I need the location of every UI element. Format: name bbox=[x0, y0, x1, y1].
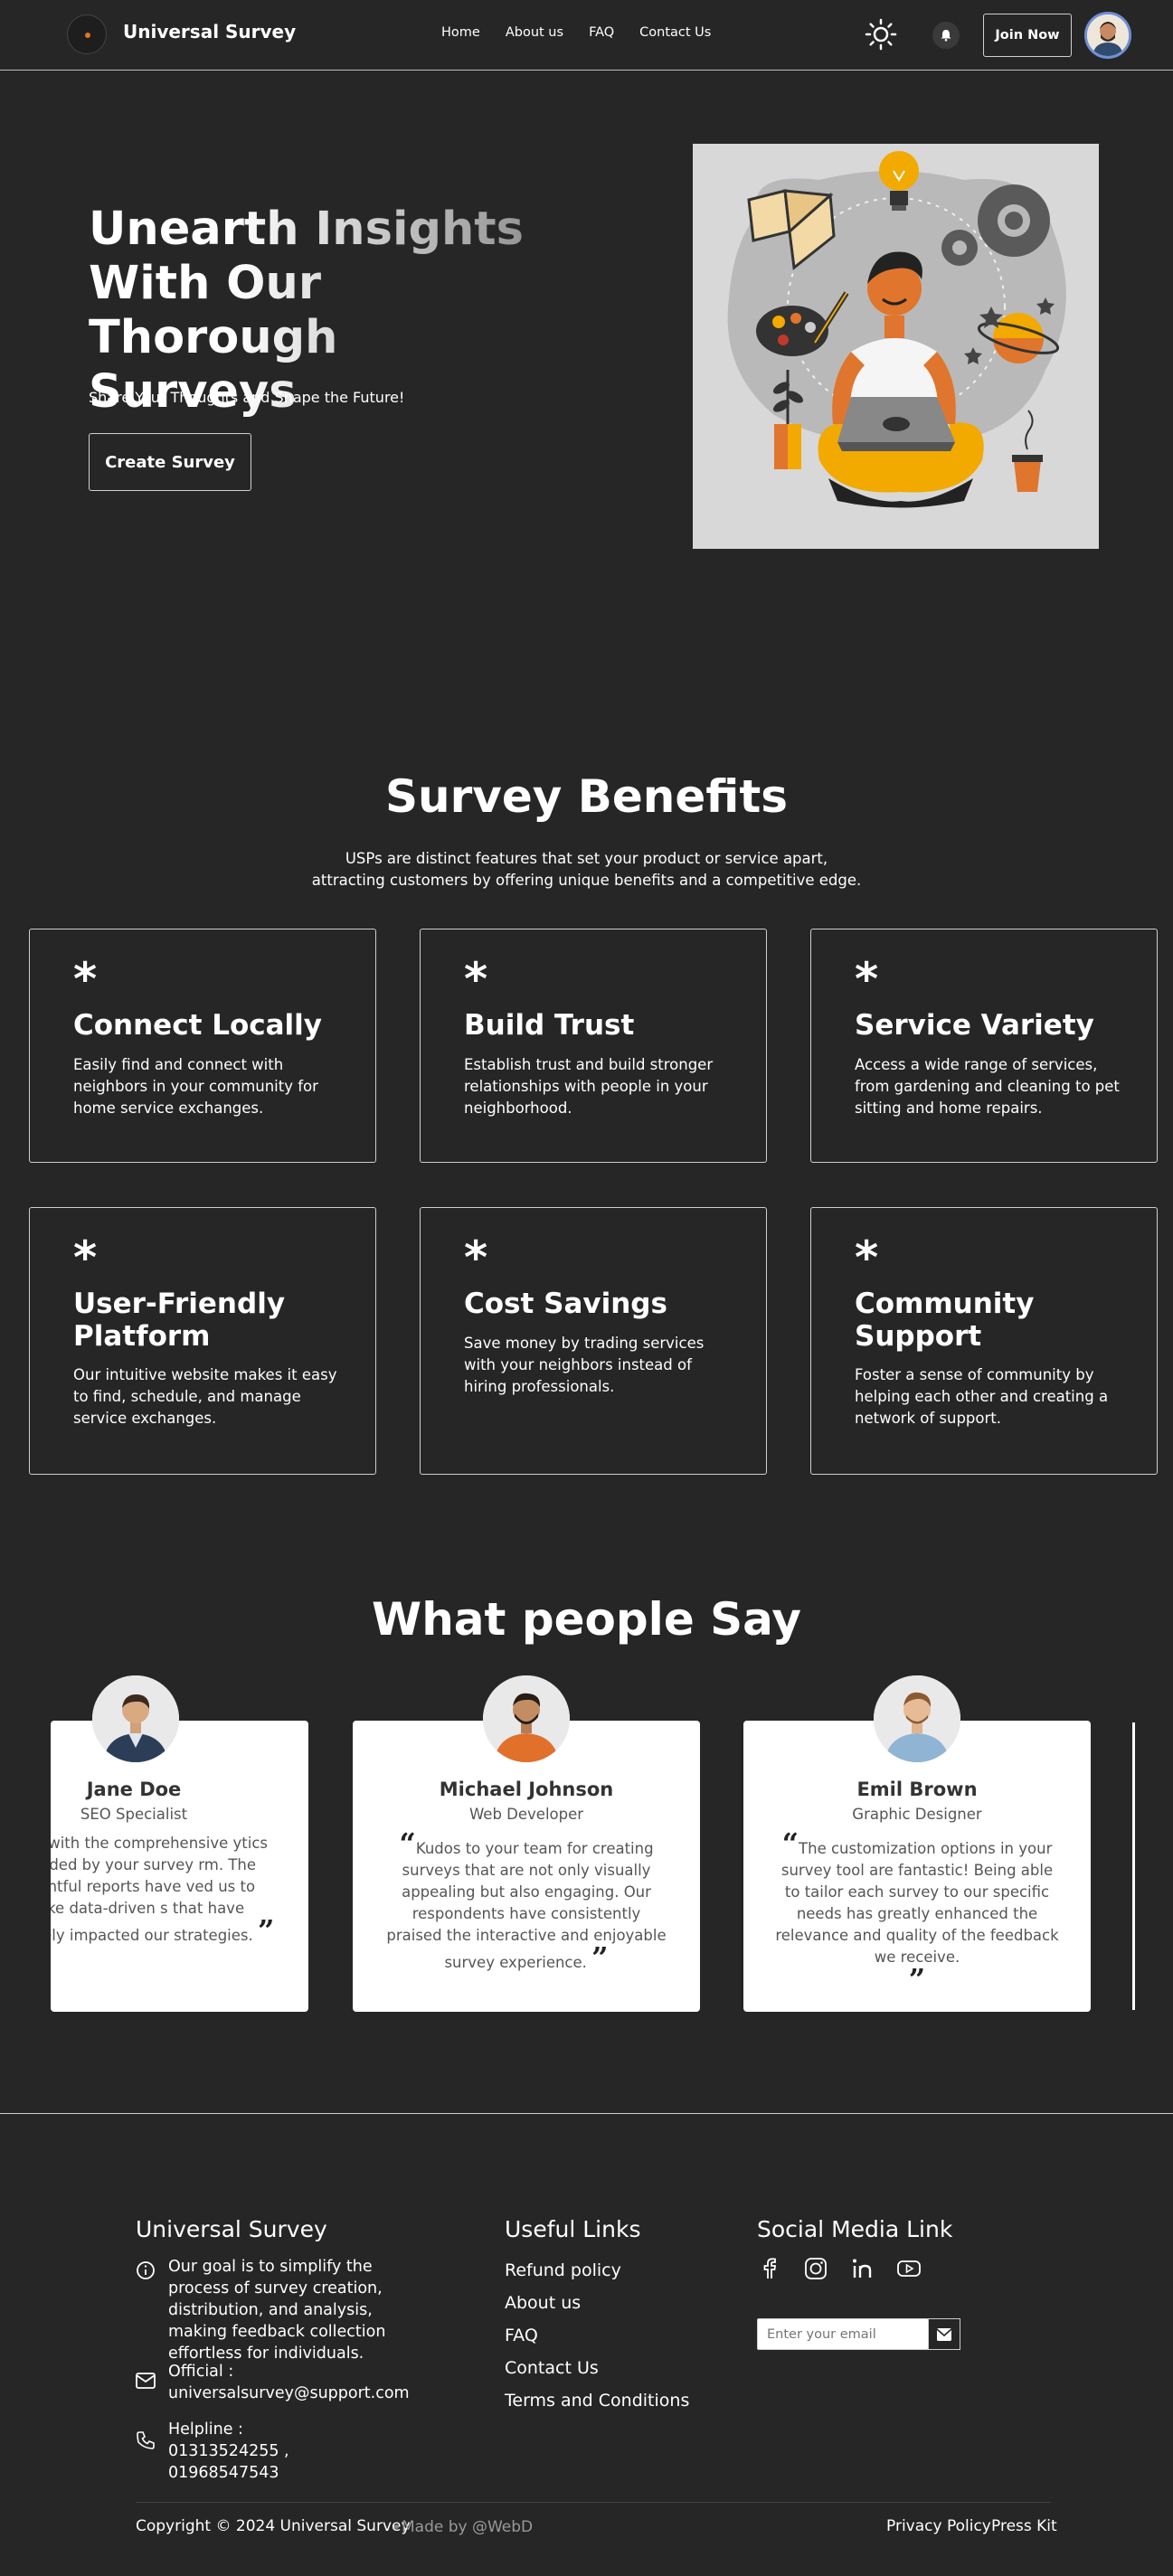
footer-link-terms[interactable]: Terms and Conditions bbox=[505, 2391, 689, 2411]
testimonial-card-emil-brown[interactable]: Emil Brown Graphic Designer “The customi… bbox=[743, 1721, 1091, 2012]
benefit-card-connect-locally: * Connect Locally Easily find and connec… bbox=[29, 929, 376, 1163]
newsletter-submit-button[interactable] bbox=[928, 2318, 960, 2350]
join-now-button[interactable]: Join Now bbox=[983, 14, 1072, 57]
asterisk-icon: * bbox=[73, 953, 98, 1005]
testimonial-name: Michael Johnson bbox=[439, 1779, 614, 1800]
benefit-card-service-variety: * Service Variety Access a wide range of… bbox=[810, 929, 1158, 1163]
benefit-card-title: Build Trust bbox=[464, 1009, 635, 1042]
testimonial-name: Jane Doe bbox=[86, 1779, 182, 1800]
nav-links: Home About us FAQ Contact Us bbox=[441, 25, 711, 40]
asterisk-icon: * bbox=[855, 1231, 879, 1284]
benefit-card-community-support: * Community Support Foster a sense of co… bbox=[810, 1207, 1158, 1475]
testimonial-quote: essed with the comprehensive ytics provi… bbox=[51, 1833, 277, 1947]
testimonial-card-jane-doe[interactable]: Jane Doe SEO Specialist essed with the c… bbox=[51, 1721, 308, 2012]
testimonials-title: What people Say bbox=[372, 1593, 801, 1646]
open-quote-icon: “ bbox=[781, 1826, 799, 1861]
footer-divider bbox=[0, 2113, 1173, 2114]
footer-about-text: Our goal is to simplify the process of s… bbox=[168, 2258, 386, 2363]
benefit-card-title: Service Variety bbox=[855, 1009, 1094, 1042]
privacy-policy-link[interactable]: Privacy Policy bbox=[886, 2517, 991, 2535]
footer-official-email: Official : universalsurvey@support.com bbox=[168, 2361, 458, 2404]
footer-link-faq[interactable]: FAQ bbox=[505, 2326, 538, 2345]
benefit-card-text: Access a wide range of services, from ga… bbox=[855, 1056, 1120, 1117]
benefit-card-title: Community Support bbox=[855, 1288, 1035, 1353]
testimonial-role: Graphic Designer bbox=[852, 1806, 982, 1823]
linkedin-icon[interactable] bbox=[850, 2256, 875, 2281]
mail-icon bbox=[136, 2373, 156, 2389]
benefit-card-title: Connect Locally bbox=[73, 1009, 323, 1042]
hero-title-line-1: Unearth Insights bbox=[89, 203, 524, 256]
theme-toggle-sun-icon[interactable] bbox=[865, 18, 897, 51]
open-quote-icon: “ bbox=[399, 1826, 416, 1861]
info-icon bbox=[137, 2261, 155, 2279]
testimonial-role: Web Developer bbox=[468, 1806, 584, 1823]
testimonial-quote: “The customization options in your surve… bbox=[774, 1829, 1060, 1996]
benefit-card-user-friendly-platform: * User-Friendly Platform Our intuitive w… bbox=[29, 1207, 376, 1475]
brand-name[interactable]: Universal Survey bbox=[123, 21, 296, 42]
benefit-card-text: Save money by trading services with your… bbox=[464, 1335, 705, 1395]
testimonial-quote-text: The customization options in your survey… bbox=[775, 1840, 1059, 1966]
footer-link-contact-us[interactable]: Contact Us bbox=[505, 2358, 599, 2378]
testimonial-card-next-edge bbox=[1132, 1722, 1135, 2010]
nav-link-home[interactable]: Home bbox=[441, 25, 480, 40]
asterisk-icon: * bbox=[464, 953, 488, 1005]
facebook-icon[interactable] bbox=[757, 2256, 782, 2281]
copyright-text: Copyright © 2024 Universal Survey bbox=[136, 2517, 411, 2535]
create-survey-button[interactable]: Create Survey bbox=[89, 433, 251, 491]
hero-illustration bbox=[693, 144, 1099, 549]
benefit-card-title: Cost Savings bbox=[464, 1288, 667, 1320]
instagram-icon[interactable] bbox=[803, 2256, 828, 2281]
nav-link-contact[interactable]: Contact Us bbox=[639, 25, 711, 40]
close-quote-icon: ” bbox=[908, 1962, 926, 1996]
testimonial-photo-jane-doe bbox=[92, 1675, 179, 1762]
testimonial-role: SEO Specialist bbox=[80, 1806, 188, 1823]
useful-links-title: Useful Links bbox=[505, 2216, 641, 2242]
benefit-card-text: Establish trust and build stronger relat… bbox=[464, 1056, 714, 1117]
user-avatar[interactable] bbox=[1084, 12, 1131, 59]
testimonial-photo-michael-johnson bbox=[483, 1675, 570, 1762]
benefits-subtitle: USPs are distinct features that set your… bbox=[311, 850, 862, 889]
footer-official-label: Official : bbox=[168, 2363, 234, 2381]
benefit-card-text: Foster a sense of community by helping e… bbox=[855, 1366, 1109, 1427]
testimonial-quote-text: Kudos to your team for creating surveys … bbox=[386, 1840, 667, 1971]
testimonial-card-michael-johnson[interactable]: Michael Johnson Web Developer “Kudos to … bbox=[353, 1721, 700, 2012]
testimonial-name: Emil Brown bbox=[856, 1779, 978, 1800]
newsletter-email-input[interactable] bbox=[757, 2318, 929, 2350]
nav-link-about[interactable]: About us bbox=[506, 25, 563, 40]
asterisk-icon: * bbox=[855, 953, 879, 1005]
phone-icon bbox=[137, 2431, 155, 2449]
footer-link-about-us[interactable]: About us bbox=[505, 2293, 581, 2313]
social-media-title: Social Media Link bbox=[757, 2216, 953, 2242]
notification-bell-icon[interactable] bbox=[932, 22, 960, 49]
press-kit-link[interactable]: Press Kit bbox=[991, 2517, 1057, 2535]
benefit-card-text: Easily find and connect with neighbors i… bbox=[73, 1056, 318, 1117]
nav-link-faq[interactable]: FAQ bbox=[589, 25, 614, 40]
footer-brand: Universal Survey bbox=[136, 2216, 327, 2242]
footer-official-email-value[interactable]: universalsurvey@support.com bbox=[168, 2383, 458, 2404]
benefit-card-text: Our intuitive website makes it easy to f… bbox=[73, 1366, 337, 1427]
testimonial-quote: “Kudos to your team for creating surveys… bbox=[383, 1829, 669, 1975]
benefits-title: Survey Benefits bbox=[384, 770, 789, 823]
benefit-card-build-trust: * Build Trust Establish trust and build … bbox=[420, 929, 767, 1163]
separator-dot bbox=[394, 2524, 399, 2529]
made-by-text: Made by @WebD bbox=[402, 2518, 534, 2536]
send-mail-icon bbox=[936, 2327, 952, 2341]
hero-title-line-2: With Our Thorough bbox=[89, 257, 338, 364]
footer-helpline: Helpline : 01313524255 , 01968547543 bbox=[168, 2420, 289, 2482]
youtube-icon[interactable] bbox=[896, 2256, 922, 2281]
close-quote-icon: ” bbox=[591, 1940, 609, 1975]
benefit-card-title: User-Friendly Platform bbox=[73, 1288, 286, 1353]
asterisk-icon: * bbox=[464, 1231, 488, 1284]
top-navbar: Universal Survey Home About us FAQ Conta… bbox=[0, 0, 1173, 71]
footer-bottom-divider bbox=[136, 2502, 1051, 2503]
testimonial-photo-emil-brown bbox=[874, 1675, 960, 1762]
asterisk-icon: * bbox=[73, 1231, 98, 1284]
footer-link-refund-policy[interactable]: Refund policy bbox=[505, 2260, 621, 2280]
close-quote-icon: ” bbox=[258, 1913, 275, 1948]
logo-icon[interactable] bbox=[67, 14, 107, 54]
testimonial-quote-text: essed with the comprehensive ytics provi… bbox=[51, 1835, 268, 1944]
hero-subtitle: Share Your Thoughts and Shape the Future… bbox=[89, 389, 405, 406]
benefit-card-cost-savings: * Cost Savings Save money by trading ser… bbox=[420, 1207, 767, 1475]
hero-title: Unearth Insights With Our Thorough Surve… bbox=[89, 203, 559, 420]
